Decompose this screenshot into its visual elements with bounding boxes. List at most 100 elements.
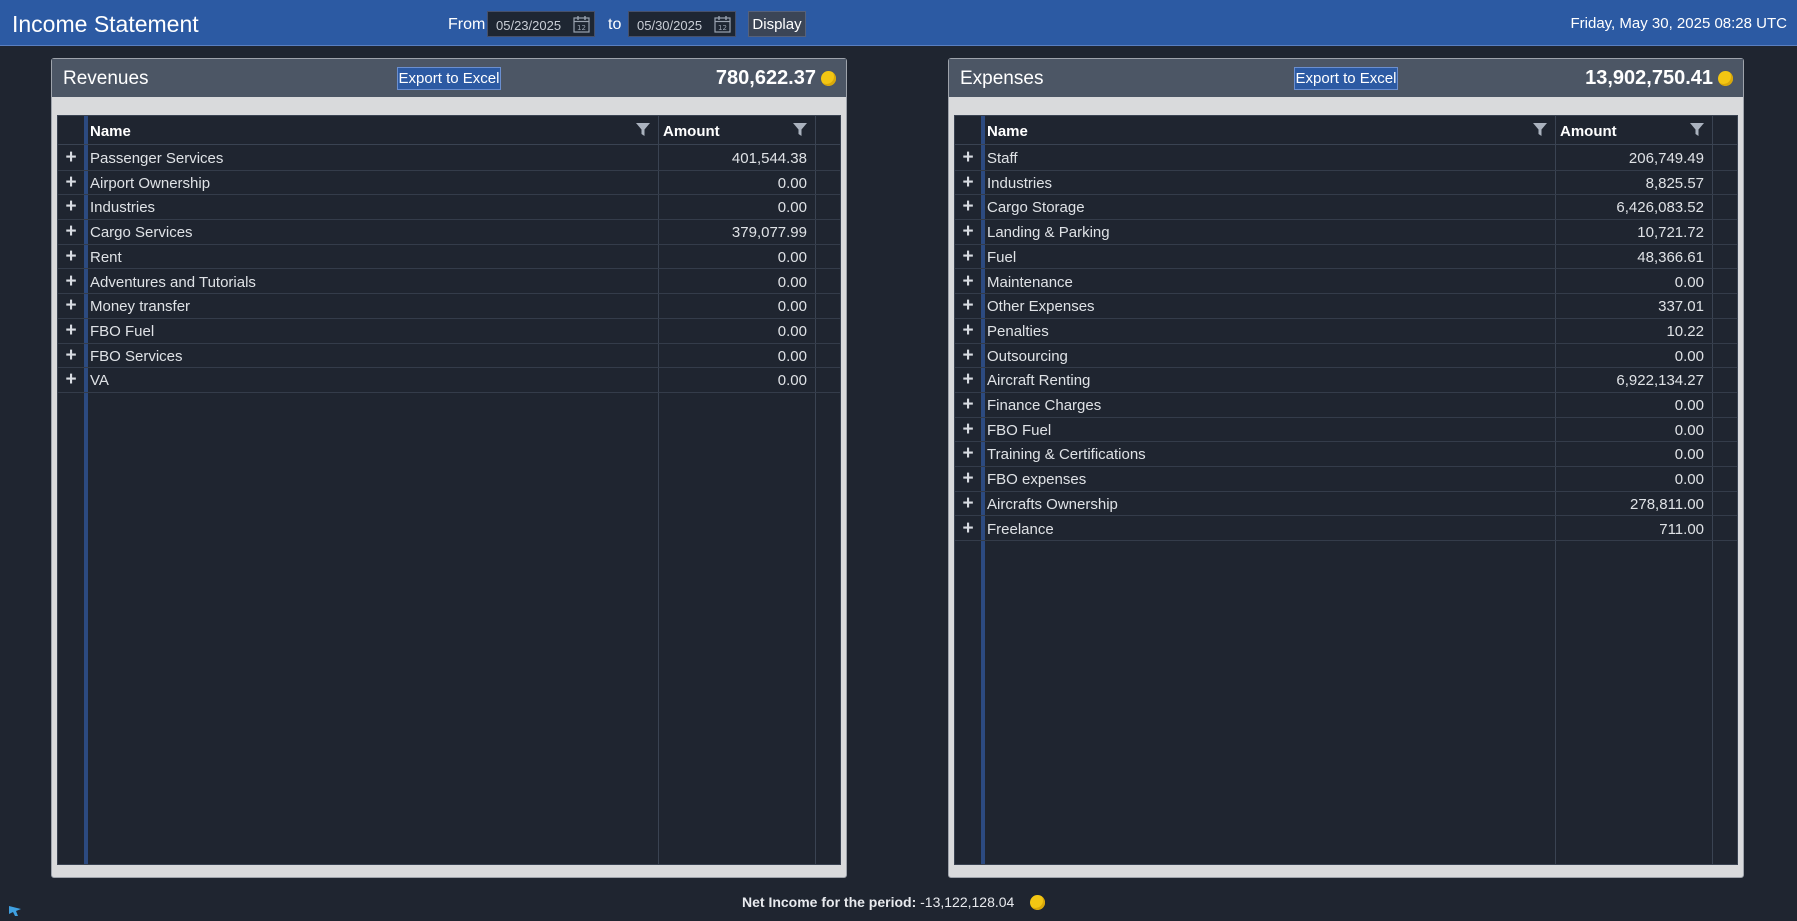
row-name: Rent [90,248,122,266]
table-row[interactable]: + FBO Fuel 0.00 [58,319,840,344]
column-header-amount[interactable]: Amount [1560,123,1617,140]
plus-icon[interactable]: + [961,246,975,268]
table-row[interactable]: + Fuel 48,366.61 [955,245,1737,270]
plus-icon[interactable]: + [64,320,78,342]
row-name: Adventures and Tutorials [90,273,256,291]
expenses-total: 13,902,750.41 [1585,67,1713,89]
table-row[interactable]: + Airport Ownership 0.00 [58,171,840,196]
table-row[interactable]: + Freelance 711.00 [955,517,1737,542]
revenues-table-header: Name Amount [58,116,840,145]
table-row[interactable]: + Aircrafts Ownership 278,811.00 [955,492,1737,517]
table-row[interactable]: + Industries 8,825.57 [955,171,1737,196]
table-row[interactable]: + Cargo Services 379,077.99 [58,220,840,245]
expenses-table-header: Name Amount [955,116,1737,145]
table-row[interactable]: + VA 0.00 [58,368,840,393]
to-date-input[interactable]: 05/30/2025 12 [628,11,736,37]
revenues-export-button[interactable]: Export to Excel [397,67,501,90]
plus-icon[interactable]: + [961,221,975,243]
plus-icon[interactable]: + [64,295,78,317]
revenues-table: Name Amount + Passenger Services 401,544.3… [57,115,841,865]
table-row[interactable]: + Outsourcing 0.00 [955,344,1737,369]
plus-icon[interactable]: + [64,369,78,391]
filter-icon[interactable] [636,123,650,137]
table-row[interactable]: + Rent 0.00 [58,245,840,270]
plus-icon[interactable]: + [961,172,975,194]
table-row[interactable]: + FBO expenses 0.00 [955,467,1737,492]
table-row[interactable]: + Passenger Services 401,544.38 [58,146,840,171]
plus-icon[interactable]: + [961,295,975,317]
coin-icon [1718,71,1733,86]
table-row[interactable]: + Training & Certifications 0.00 [955,442,1737,468]
plus-icon[interactable]: + [961,493,975,515]
table-row[interactable]: + Other Expenses 337.01 [955,294,1737,319]
revenues-title: Revenues [63,68,149,89]
expenses-panel: Expenses Export to Excel 13,902,750.41 N… [948,58,1744,878]
row-name: Industries [987,174,1053,192]
column-header-amount[interactable]: Amount [663,123,720,140]
display-button[interactable]: Display [748,11,806,37]
row-name: FBO expenses [987,471,1087,489]
row-name: Staff [987,150,1018,167]
plus-icon[interactable]: + [961,419,975,441]
filter-icon[interactable] [793,123,807,137]
plus-icon[interactable]: + [961,271,975,293]
calendar-icon[interactable]: 12 [573,15,590,33]
table-row[interactable]: + FBO Services 0.00 [58,344,840,369]
net-income-label: Net Income for the period: [742,894,917,910]
plus-icon[interactable]: + [64,345,78,367]
table-row[interactable]: + Aircraft Renting 6,922,134.27 [955,368,1737,393]
row-amount: 401,544.38 [731,150,807,167]
plus-icon[interactable]: + [961,196,975,218]
row-amount: 0.00 [777,174,807,192]
filter-icon[interactable] [1690,123,1704,137]
row-amount: 0.00 [1674,446,1704,464]
row-amount: 0.00 [1674,471,1704,489]
to-label: to [608,16,622,33]
row-amount: 0.00 [777,199,807,217]
calendar-icon[interactable]: 12 [714,15,731,33]
expenses-export-button[interactable]: Export to Excel [1294,67,1398,90]
expenses-title: Expenses [960,68,1044,89]
row-amount: 0.00 [777,322,807,340]
plus-icon[interactable]: + [64,172,78,194]
plus-icon[interactable]: + [961,320,975,342]
svg-text:12: 12 [718,24,727,32]
plus-icon[interactable]: + [64,196,78,218]
row-amount: 0.00 [1674,273,1704,291]
plus-icon[interactable]: + [961,369,975,391]
plus-icon[interactable]: + [64,147,78,169]
column-header-name[interactable]: Name [90,123,131,140]
plus-icon[interactable]: + [961,443,975,465]
row-amount: 10.22 [1666,322,1704,340]
row-amount: 0.00 [777,298,807,316]
app-corner-icon[interactable] [8,905,22,917]
column-header-name[interactable]: Name [987,123,1028,140]
row-name: Freelance [987,520,1054,538]
expenses-header: Expenses Export to Excel 13,902,750.41 [949,59,1743,97]
from-date-input[interactable]: 05/23/2025 12 [487,11,595,37]
row-amount: 278,811.00 [1630,495,1704,513]
table-row[interactable]: + Money transfer 0.00 [58,294,840,319]
row-name: Industries [90,199,156,217]
table-row[interactable]: + Adventures and Tutorials 0.00 [58,270,840,295]
table-row[interactable]: + Finance Charges 0.00 [955,393,1737,418]
plus-icon[interactable]: + [961,518,975,540]
plus-icon[interactable]: + [961,468,975,490]
table-row[interactable]: + Staff 206,749.49 [955,146,1737,171]
table-row[interactable]: + Cargo Storage 6,426,083.52 [955,195,1737,221]
plus-icon[interactable]: + [961,147,975,169]
table-row[interactable]: + FBO Fuel 0.00 [955,418,1737,443]
row-amount: 48,366.61 [1637,248,1704,266]
plus-icon[interactable]: + [64,246,78,268]
filter-icon[interactable] [1533,123,1547,137]
table-row[interactable]: + Maintenance 0.00 [955,270,1737,295]
table-row[interactable]: + Industries 0.00 [58,195,840,221]
plus-icon[interactable]: + [961,394,975,416]
table-row[interactable]: + Landing & Parking 10,721.72 [955,220,1737,245]
plus-icon[interactable]: + [961,345,975,367]
table-row[interactable]: + Penalties 10.22 [955,319,1737,344]
row-amount: 0.00 [777,372,807,390]
row-amount: 10,721.72 [1637,224,1704,242]
plus-icon[interactable]: + [64,271,78,293]
plus-icon[interactable]: + [64,221,78,243]
